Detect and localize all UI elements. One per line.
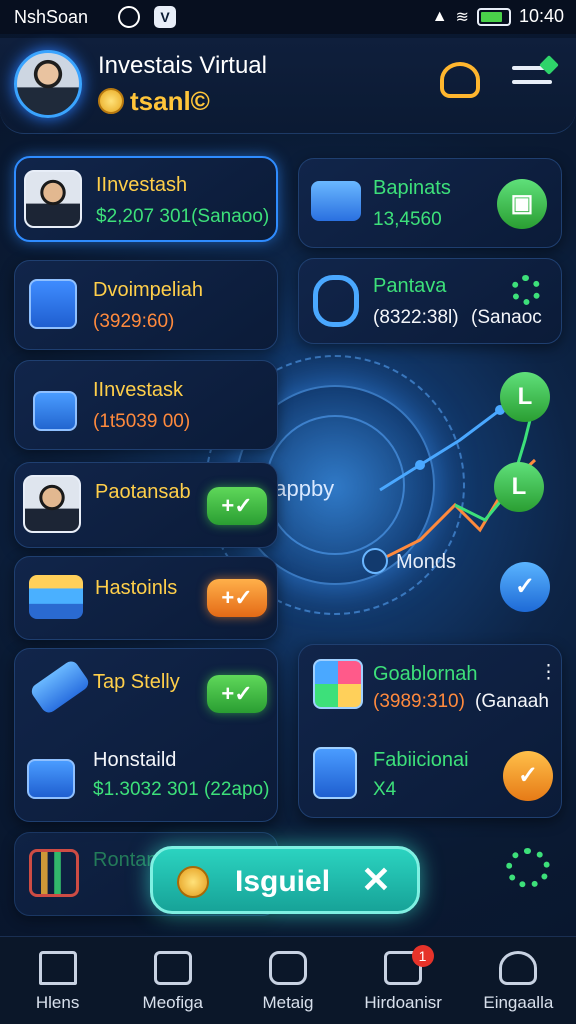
- bar-chart-icon: [29, 849, 79, 897]
- card-title: Rontan: [93, 849, 158, 871]
- calendar-badge-icon[interactable]: ▣: [497, 179, 547, 229]
- card-goablornah[interactable]: Goablornah (3989:310) (Ganaah ⋮ Fabiicio…: [298, 644, 562, 818]
- coin-balance: tsanl©: [130, 86, 210, 116]
- legend-dot-icon: [362, 548, 388, 574]
- page-title: Investais Virtual: [98, 52, 267, 79]
- home-icon: [38, 951, 77, 985]
- nav-label: Hlens: [35, 993, 80, 1012]
- card-dvoimpeliah[interactable]: Dvoimpeliah (3929:60): [14, 260, 278, 350]
- bottom-navigation: Hlens Meofiga Metaig 1 Hirdoanisr Eingaa…: [0, 936, 576, 1024]
- coin-icon: [177, 866, 209, 898]
- support-icon[interactable]: [440, 62, 480, 98]
- card-value: (3989:310): [373, 691, 465, 712]
- settings-gears-icon[interactable]: [506, 848, 550, 888]
- status-right-group: ▲ ≋ 10:40: [432, 6, 564, 27]
- tag-icon: [28, 658, 92, 716]
- card-investask[interactable]: IInvestask (1t5039 00): [14, 360, 278, 450]
- nav-item-games[interactable]: Metaig: [230, 937, 345, 1024]
- chart-legend-label: Monds: [396, 551, 457, 573]
- card-title-secondary: Fabiicionai: [373, 749, 469, 771]
- mail-icon: [153, 951, 192, 985]
- card-tap-stelly-group: Tap Stelly +✓ Honstaild $1.3032 301 (22a…: [14, 648, 278, 822]
- rubiks-cube-icon: [313, 659, 363, 709]
- investor-avatar: [23, 475, 81, 533]
- chart-level-badge-mid[interactable]: L: [494, 462, 544, 512]
- header-bar: [0, 38, 576, 134]
- card-value-secondary: (Ganaah: [475, 691, 549, 712]
- box-icon: [311, 181, 361, 221]
- card-bapinats[interactable]: Bapinats 13,4560 ▣: [298, 158, 562, 248]
- nav-item-tasks[interactable]: 1 Hirdoanisr: [346, 937, 461, 1024]
- sync-icon: [118, 6, 140, 28]
- card-title: Dvoimpeliah: [93, 279, 204, 301]
- action-label: Isguiel: [235, 865, 331, 898]
- user-avatar[interactable]: [14, 50, 82, 118]
- card-title: Bapinats: [373, 177, 451, 199]
- profile-icon: [499, 951, 538, 985]
- add-check-button[interactable]: +✓: [207, 579, 267, 617]
- battery-level-fill: [480, 11, 502, 22]
- add-check-button[interactable]: +✓: [207, 675, 267, 713]
- add-check-button[interactable]: +✓: [207, 487, 267, 525]
- link-chain-icon: [313, 275, 359, 327]
- nav-item-home[interactable]: Hlens: [0, 937, 115, 1024]
- card-paotansab[interactable]: Paotansab +✓: [14, 462, 278, 548]
- nav-label: Hirdoanisr: [364, 993, 442, 1012]
- nav-label: Eingaalla: [483, 993, 554, 1012]
- card-value: (8322:38l): [373, 307, 459, 328]
- close-icon[interactable]: ✕: [361, 859, 391, 901]
- card-value: (3929:60): [93, 311, 175, 332]
- gear-icon[interactable]: [511, 275, 541, 305]
- document-icon: [29, 279, 77, 329]
- coin-icon: [98, 88, 124, 114]
- card-title: IInvestash: [96, 174, 188, 196]
- menu-icon[interactable]: [512, 55, 559, 94]
- card-investash[interactable]: IInvestash $2,207 301(Sanaoo): [14, 156, 278, 242]
- card-value: $1.3032 301 (22apo): [93, 779, 270, 800]
- gamepad-icon: [268, 951, 307, 985]
- nav-label: Meofiga: [142, 993, 204, 1012]
- wallet-icon: [27, 759, 75, 799]
- app-notification-icon: V: [154, 6, 176, 28]
- trend-node-a: [415, 460, 425, 470]
- card-title: Paotansab: [95, 481, 191, 503]
- cube-icon: [33, 391, 77, 431]
- card-value: $2,207 301(Sanaoo): [96, 206, 270, 227]
- card-value-secondary-2: X4: [373, 779, 397, 800]
- wifi-icon: ≋: [455, 8, 469, 26]
- spreadsheet-icon: [313, 747, 357, 799]
- nav-item-profile[interactable]: Eingaalla: [461, 937, 576, 1024]
- notification-badge: 1: [411, 945, 434, 967]
- chart-check-badge[interactable]: ✓: [500, 562, 550, 612]
- nav-label: Metaig: [262, 993, 314, 1012]
- card-title: Tap Stelly: [93, 671, 180, 693]
- card-title: Goablornah: [373, 663, 478, 685]
- signal-strength-icon: ▲: [431, 7, 448, 25]
- card-hastoinls[interactable]: Hastoinls +✓: [14, 556, 278, 640]
- check-badge-icon[interactable]: ✓: [503, 751, 553, 801]
- primary-action-button[interactable]: Isguiel ✕: [150, 846, 420, 914]
- nav-item-messages[interactable]: Meofiga: [115, 937, 230, 1024]
- card-title-secondary: Honstaild: [93, 749, 177, 771]
- layers-icon: [29, 575, 83, 619]
- card-title: Pantava: [373, 275, 447, 297]
- investor-avatar: [24, 170, 82, 228]
- card-title: IInvestask: [93, 379, 184, 401]
- more-options-icon[interactable]: ⋮: [539, 661, 558, 684]
- chart-level-badge-top[interactable]: L: [500, 372, 550, 422]
- card-value: (1t5039 00): [93, 411, 191, 432]
- battery-icon: [476, 7, 511, 26]
- carrier-name: NshSoan: [14, 7, 89, 27]
- card-value-secondary: (Sanaoc: [471, 307, 542, 328]
- card-title: Hastoinls: [95, 577, 178, 599]
- card-pantava[interactable]: Pantava (8322:38l) (Sanaoc: [298, 258, 562, 344]
- card-value: 13,4560: [373, 209, 442, 230]
- clock: 10:40: [518, 6, 564, 26]
